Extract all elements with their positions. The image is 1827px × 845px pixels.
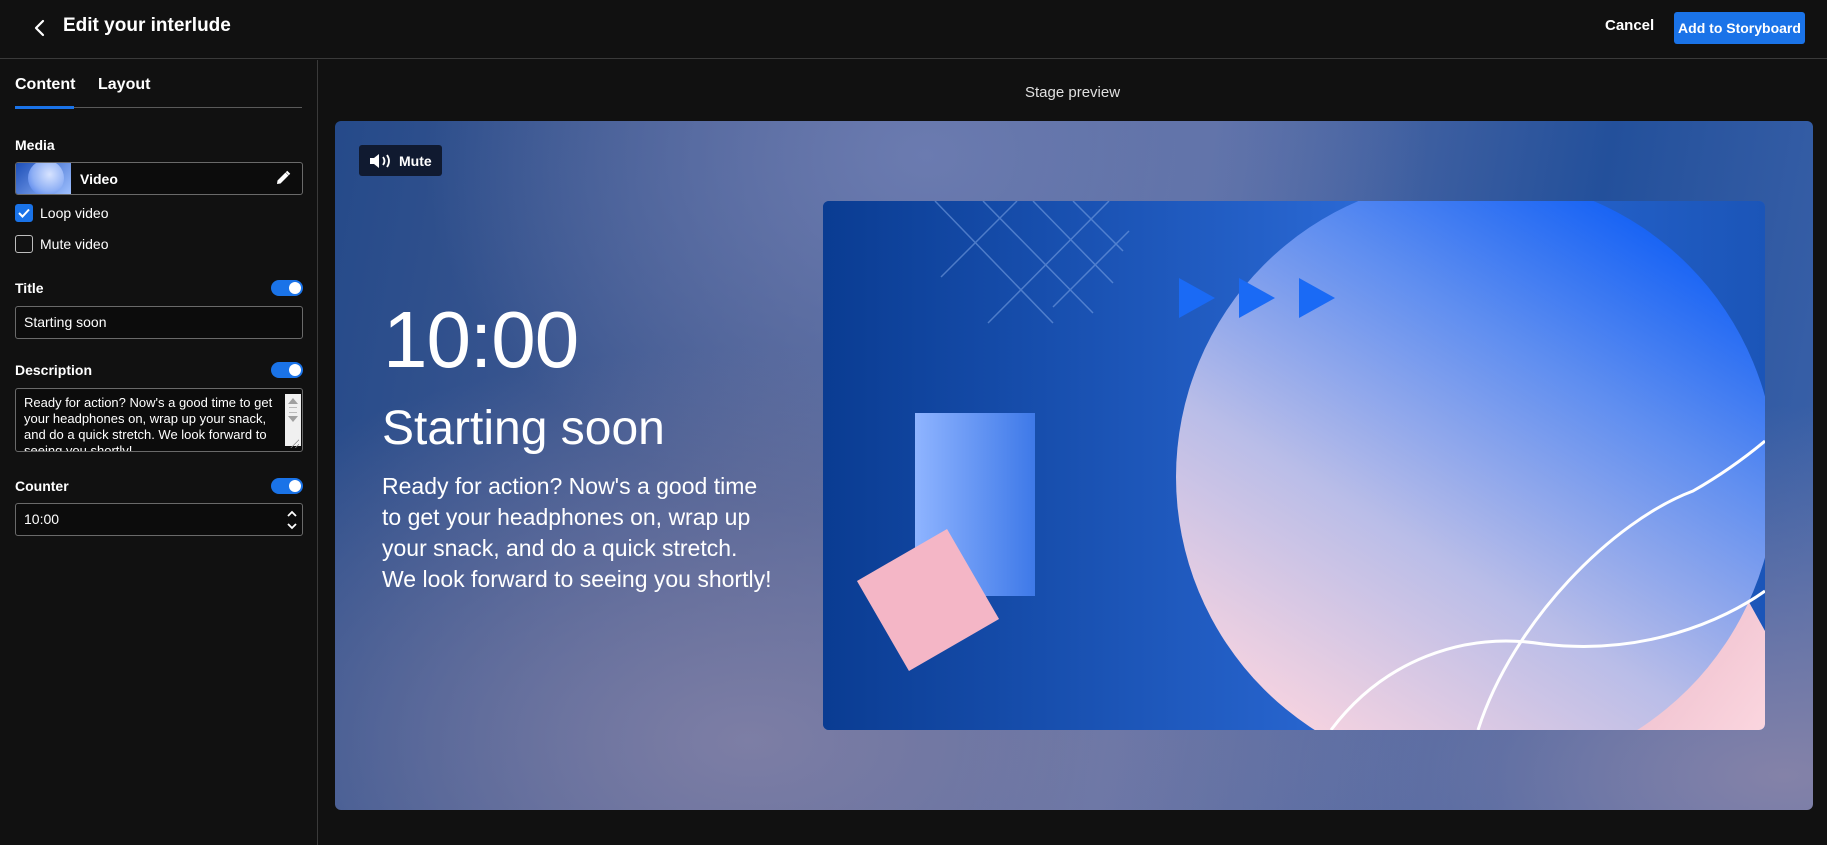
mute-video-label: Mute video (40, 236, 109, 252)
pencil-icon[interactable] (274, 169, 292, 187)
cancel-button[interactable]: Cancel (1605, 17, 1654, 34)
title-section-label: Title (15, 280, 44, 296)
mute-button-label: Mute (399, 153, 432, 169)
title-toggle[interactable] (271, 280, 303, 296)
counter-input[interactable]: 10:00 (15, 503, 303, 536)
stage-preview-label: Stage preview (1025, 84, 1121, 101)
sidebar: Content Layout Media Video Loop video Mu… (0, 60, 318, 845)
artwork-graphic (823, 201, 1765, 730)
scroll-up-icon[interactable] (288, 398, 298, 404)
stage-preview: Mute 10:00 Starting soon Ready for actio… (335, 121, 1813, 810)
media-section-label: Media (15, 137, 55, 153)
description-textarea[interactable]: Ready for action? Now's a good time to g… (15, 388, 303, 452)
loop-video-check[interactable] (15, 204, 33, 222)
top-bar: Edit your interlude Cancel Add to Storyb… (0, 0, 1827, 59)
tab-bar: Content Layout (15, 60, 302, 109)
scroll-thumb[interactable] (289, 407, 297, 413)
mute-video-checkbox[interactable]: Mute video (15, 235, 108, 253)
scroll-down-icon[interactable] (288, 416, 298, 422)
counter-input-value: 10:00 (24, 511, 60, 527)
checkmark-icon (18, 208, 30, 218)
counter-section-label: Counter (15, 478, 69, 494)
stepper-icon[interactable] (286, 507, 298, 533)
chevron-left-icon (34, 19, 45, 37)
loop-video-label: Loop video (40, 205, 109, 221)
page-title: Edit your interlude (63, 15, 231, 36)
interlude-artwork (823, 201, 1765, 730)
mute-video-check[interactable] (15, 235, 33, 253)
counter-toggle[interactable] (271, 478, 303, 494)
mute-button[interactable]: Mute (359, 145, 442, 176)
media-thumbnail (16, 163, 71, 194)
stage-title: Starting soon (382, 402, 665, 455)
loop-video-checkbox[interactable]: Loop video (15, 204, 109, 222)
description-toggle[interactable] (271, 362, 303, 378)
back-button[interactable] (26, 14, 54, 42)
tab-content[interactable]: Content (15, 76, 75, 109)
tab-layout[interactable]: Layout (98, 76, 150, 94)
speaker-icon (370, 154, 390, 168)
title-input[interactable]: Starting soon (15, 306, 303, 339)
stage-description: Ready for action? Now's a good time to g… (382, 473, 772, 592)
media-type-label: Video (80, 171, 118, 187)
media-selector[interactable]: Video (15, 162, 303, 195)
description-section-label: Description (15, 362, 93, 378)
stage-counter: 10:00 (383, 295, 579, 384)
description-text: Ready for action? Now's a good time to g… (24, 395, 273, 452)
resize-grip-icon[interactable] (290, 439, 299, 448)
add-to-storyboard-button[interactable]: Add to Storyboard (1674, 12, 1805, 44)
